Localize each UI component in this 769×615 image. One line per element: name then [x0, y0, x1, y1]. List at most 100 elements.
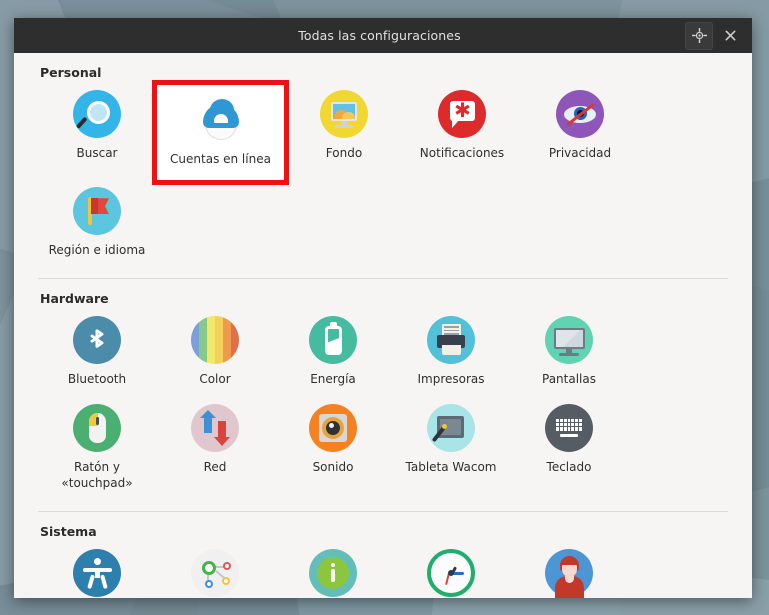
settings-grid-hardware: Bluetooth Color Energía Impresoras Panta…: [38, 310, 728, 501]
online-accounts-icon: [197, 96, 245, 144]
settings-item-label: Buscar: [76, 146, 118, 160]
section-hardware: Hardware Bluetooth Color Energía Impreso…: [14, 291, 752, 501]
target-icon[interactable]: [685, 21, 713, 50]
keyboard-key: [563, 422, 567, 427]
close-glyph: [725, 30, 735, 41]
settings-grid-personal: Buscar Cuentas en línea Fondo ✱ Notifica…: [38, 79, 728, 268]
close-icon[interactable]: [717, 23, 743, 49]
keyboard-key: [563, 427, 567, 431]
sound-icon: [309, 403, 357, 452]
settings-item-bluetooth[interactable]: Bluetooth: [38, 310, 156, 397]
settings-item-compartir[interactable]: Compartir: [156, 543, 274, 598]
settings-item-label: Región e idioma: [48, 243, 146, 258]
settings-item-buscar[interactable]: Buscar: [38, 84, 156, 181]
settings-item-acceso-universal[interactable]: Acceso universal: [38, 543, 156, 598]
keyboard-icon: [545, 403, 593, 452]
settings-item-region-e-idioma[interactable]: Región e idioma: [38, 181, 156, 268]
section-title-sistema: Sistema: [40, 523, 97, 539]
settings-item-label: Bluetooth: [67, 372, 127, 387]
keyboard-key: [571, 418, 575, 422]
settings-item-fecha-y-hora[interactable]: Fecha y hora: [392, 543, 510, 598]
color-stripe: [231, 316, 239, 365]
window-title: Todas las configuraciones: [298, 28, 461, 43]
keyboard-key: [571, 427, 575, 431]
power-icon: [309, 316, 357, 365]
settings-item-label: Privacidad: [548, 146, 612, 160]
keyboard-key: [556, 418, 559, 422]
settings-item-label: Tableta Wacom: [405, 459, 497, 474]
clock-icon: [427, 548, 475, 597]
color-stripe: [223, 316, 231, 365]
settings-item-label: Energía: [310, 372, 356, 387]
keyboard-key: [579, 427, 582, 431]
keyboard-key: [563, 418, 567, 422]
keyboard-key: [575, 422, 579, 427]
window-titlebar: Todas las configuraciones: [14, 18, 752, 53]
keyboard-key: [575, 427, 579, 431]
settings-item-teclado[interactable]: Teclado: [510, 398, 628, 501]
settings-panel-content: Personal Buscar Cuentas en línea Fondo ✱…: [14, 53, 752, 598]
privacy-icon: [556, 90, 604, 138]
bluetooth-icon: [73, 316, 121, 365]
settings-item-label: Ratón y «touchpad»: [61, 459, 133, 490]
settings-item-red[interactable]: Red: [156, 398, 274, 501]
section-title-personal: Personal: [40, 65, 102, 80]
section-title-hardware: Hardware: [40, 291, 109, 307]
color-stripe: [199, 316, 207, 365]
displays-icon: [545, 316, 593, 365]
wallpaper-icon: [320, 90, 368, 138]
settings-item-color[interactable]: Color: [156, 310, 274, 397]
accessibility-icon: [73, 548, 121, 597]
color-stripe: [215, 316, 223, 365]
settings-item-label: Pantallas: [542, 372, 596, 387]
desktop-background: Todas las configuraciones Personal Busca…: [0, 0, 769, 615]
info-icon: [309, 548, 357, 597]
settings-item-label: Color: [199, 372, 231, 387]
keyboard-key: [567, 418, 571, 422]
keyboard-key: [575, 418, 579, 422]
keyboard-key: [579, 422, 582, 427]
section-personal: Personal Buscar Cuentas en línea Fondo ✱…: [14, 65, 752, 268]
users-icon: [545, 548, 593, 598]
settings-item-tableta-wacom[interactable]: Tableta Wacom: [392, 398, 510, 501]
settings-item-label: Notificaciones: [419, 146, 505, 160]
settings-item-label: Fondo: [325, 146, 363, 160]
settings-item-label: Teclado: [546, 459, 592, 474]
keyboard-key: [556, 422, 559, 427]
section-divider: [38, 278, 728, 280]
wacom-icon: [427, 403, 475, 452]
settings-item-raton[interactable]: Ratón y «touchpad»: [38, 398, 156, 501]
settings-item-detalles[interactable]: Detalles: [274, 543, 392, 598]
search-icon: [73, 90, 121, 138]
settings-item-notificaciones[interactable]: ✱ Notificaciones: [403, 84, 521, 181]
settings-item-privacidad[interactable]: Privacidad: [521, 84, 639, 181]
settings-item-label: Cuentas en línea: [170, 152, 271, 166]
color-stripe: [191, 316, 199, 365]
settings-item-pantallas[interactable]: Pantallas: [510, 310, 628, 397]
printer-icon: [427, 316, 475, 365]
section-divider: [38, 510, 728, 512]
keyboard-key: [567, 427, 571, 431]
network-icon: [191, 403, 239, 452]
notifications-icon: ✱: [438, 90, 486, 138]
settings-item-sonido[interactable]: Sonido: [274, 398, 392, 501]
settings-item-label: Impresoras: [417, 372, 485, 387]
settings-item-label: Sonido: [312, 459, 354, 474]
target-glyph: [691, 28, 707, 43]
settings-item-impresoras[interactable]: Impresoras: [392, 310, 510, 397]
keyboard-key: [567, 422, 571, 427]
keyboard-key: [559, 427, 563, 431]
settings-item-usuarios[interactable]: Usuarios: [510, 543, 628, 598]
keyboard-key: [556, 427, 559, 431]
settings-item-cuentas-en-linea[interactable]: Cuentas en línea: [152, 79, 289, 186]
settings-item-fondo[interactable]: Fondo: [285, 84, 403, 181]
bluetooth-glyph: [90, 329, 104, 349]
settings-item-label: Red: [203, 459, 227, 474]
keyboard-key: [559, 418, 563, 422]
keyboard-key: [559, 422, 563, 427]
section-sistema: Sistema Acceso universal: [14, 524, 752, 598]
settings-item-energia[interactable]: Energía: [274, 310, 392, 397]
settings-window: Todas las configuraciones Personal Busca…: [14, 18, 752, 598]
color-stripe: [207, 316, 215, 365]
color-icon: [191, 316, 239, 365]
